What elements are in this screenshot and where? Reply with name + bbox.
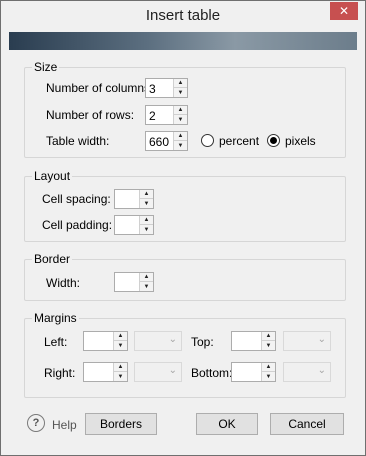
- chevron-down-icon: ⌄: [317, 365, 326, 376]
- border-width-stepper[interactable]: ▲ ▼: [114, 272, 154, 292]
- spin-up-icon[interactable]: ▲: [114, 363, 127, 372]
- table-width-stepper[interactable]: 660 ▲ ▼: [145, 131, 188, 151]
- margin-right-stepper[interactable]: ▲ ▼: [83, 362, 128, 382]
- spin-up-icon[interactable]: ▲: [262, 363, 275, 372]
- size-legend: Size: [32, 60, 60, 74]
- spin-up-icon[interactable]: ▲: [140, 273, 153, 282]
- spin-down-icon[interactable]: ▼: [140, 282, 153, 291]
- percent-radio[interactable]: [201, 134, 214, 147]
- cell-padding-stepper[interactable]: ▲ ▼: [114, 215, 154, 235]
- spin-down-icon[interactable]: ▼: [174, 88, 187, 97]
- chevron-down-icon: ⌄: [168, 334, 177, 345]
- layout-group: Layout: [24, 169, 346, 242]
- spin-down-icon[interactable]: ▼: [140, 199, 153, 208]
- margin-right-label: Right:: [44, 366, 76, 380]
- margin-left-label: Left:: [44, 335, 68, 349]
- border-legend: Border: [32, 252, 73, 266]
- spin-down-icon[interactable]: ▼: [262, 341, 275, 350]
- spin-up-icon[interactable]: ▲: [174, 106, 187, 115]
- margin-top-label: Top:: [191, 335, 214, 349]
- margin-right-unit-select[interactable]: ⌄: [134, 362, 182, 382]
- cell-padding-label: Cell padding:: [42, 218, 113, 232]
- percent-label[interactable]: percent: [219, 134, 259, 148]
- spin-up-icon[interactable]: ▲: [140, 216, 153, 225]
- table-width-label: Table width:: [46, 134, 110, 148]
- spin-down-icon[interactable]: ▼: [114, 372, 127, 381]
- margin-top-stepper[interactable]: ▲ ▼: [231, 331, 276, 351]
- margin-top-unit-select[interactable]: ⌄: [283, 331, 331, 351]
- columns-label: Number of columns:: [46, 81, 154, 95]
- spin-up-icon[interactable]: ▲: [262, 332, 275, 341]
- spin-up-icon[interactable]: ▲: [174, 79, 187, 88]
- chevron-down-icon: ⌄: [317, 334, 326, 345]
- title-bar[interactable]: Insert table ✕: [1, 1, 365, 31]
- chevron-down-icon: ⌄: [168, 365, 177, 376]
- pixels-label[interactable]: pixels: [285, 134, 316, 148]
- border-width-label: Width:: [46, 276, 81, 290]
- close-button[interactable]: ✕: [330, 2, 358, 20]
- cell-spacing-stepper[interactable]: ▲ ▼: [114, 189, 154, 209]
- margin-left-stepper[interactable]: ▲ ▼: [83, 331, 128, 351]
- cancel-button[interactable]: Cancel: [270, 413, 344, 435]
- help-link[interactable]: Help: [52, 418, 77, 432]
- pixels-radio[interactable]: [267, 134, 280, 147]
- close-icon: ✕: [338, 4, 350, 18]
- columns-stepper[interactable]: 3 ▲ ▼: [145, 78, 188, 98]
- dialog-title: Insert table: [145, 7, 221, 24]
- table-width-value[interactable]: 660: [149, 135, 169, 149]
- rows-label: Number of rows:: [46, 108, 135, 122]
- ok-button[interactable]: OK: [196, 413, 258, 435]
- borders-button[interactable]: Borders: [85, 413, 157, 435]
- columns-value[interactable]: 3: [149, 82, 156, 96]
- help-icon[interactable]: ?: [27, 414, 45, 432]
- spin-down-icon[interactable]: ▼: [114, 341, 127, 350]
- margin-bottom-unit-select[interactable]: ⌄: [283, 362, 331, 382]
- layout-legend: Layout: [32, 169, 73, 183]
- header-banner: [9, 32, 357, 50]
- margin-bottom-stepper[interactable]: ▲ ▼: [231, 362, 276, 382]
- margins-group: Margins: [24, 311, 346, 398]
- margin-left-unit-select[interactable]: ⌄: [134, 331, 182, 351]
- spin-down-icon[interactable]: ▼: [174, 141, 187, 150]
- spin-up-icon[interactable]: ▲: [114, 332, 127, 341]
- spin-up-icon[interactable]: ▲: [140, 190, 153, 199]
- rows-value[interactable]: 2: [149, 109, 156, 123]
- cell-spacing-label: Cell spacing:: [42, 192, 111, 206]
- spin-up-icon[interactable]: ▲: [174, 132, 187, 141]
- margins-legend: Margins: [32, 311, 79, 325]
- spin-down-icon[interactable]: ▼: [174, 115, 187, 124]
- margin-bottom-label: Bottom:: [191, 366, 233, 380]
- spin-down-icon[interactable]: ▼: [140, 225, 153, 234]
- rows-stepper[interactable]: 2 ▲ ▼: [145, 105, 188, 125]
- spin-down-icon[interactable]: ▼: [262, 372, 275, 381]
